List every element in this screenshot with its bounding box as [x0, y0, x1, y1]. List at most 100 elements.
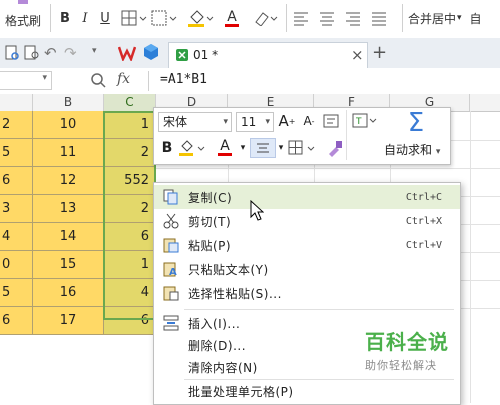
menu-item-copy[interactable]: 复制(C) Ctrl+C	[154, 185, 460, 209]
font-name-combo[interactable]: 宋体 ▾	[158, 112, 232, 132]
cell-b[interactable]: 15	[33, 251, 104, 279]
divider	[286, 4, 287, 32]
chevron-down-icon[interactable]: ▾	[238, 139, 248, 157]
autosum-button[interactable]: 自动求和 ▾	[384, 141, 440, 158]
paste-icon	[162, 236, 180, 254]
cell-b[interactable]: 14	[33, 223, 104, 251]
insert-function-button[interactable]: fx	[117, 71, 130, 87]
tab-document[interactable]: 01 * ×	[168, 42, 368, 68]
merge-center-button[interactable]: 合并居中 ▾ 自	[408, 8, 498, 28]
watermark-subtitle: 助你轻松解决	[365, 359, 437, 372]
name-box[interactable]: ▾	[0, 71, 52, 90]
cell-c[interactable]: 1	[104, 111, 156, 139]
cell-a[interactable]: 5	[0, 139, 33, 167]
divider	[50, 4, 51, 32]
watermark-title: 百科全说	[365, 330, 449, 354]
cell-c[interactable]: 6	[104, 307, 156, 335]
clear-format-button[interactable]	[252, 8, 280, 28]
print-preview-icon[interactable]	[4, 45, 20, 61]
cell-c[interactable]: 2	[104, 139, 156, 167]
bold-button[interactable]: B	[158, 139, 176, 157]
cell-a[interactable]: 6	[0, 167, 33, 195]
borders-button[interactable]	[288, 139, 318, 157]
cell-a[interactable]: 0	[0, 251, 33, 279]
wps-logo-icon[interactable]	[117, 45, 137, 63]
align-icons	[294, 12, 386, 26]
cell-c[interactable]: 2	[104, 195, 156, 223]
cell-c[interactable]: 6	[104, 223, 156, 251]
borders-button[interactable]	[120, 8, 148, 28]
cell-a[interactable]: 4	[0, 223, 33, 251]
chevron-down-icon[interactable]: ▾	[265, 113, 270, 131]
chevron-down-icon[interactable]: ▾	[223, 113, 228, 131]
cell-b[interactable]: 12	[33, 167, 104, 195]
chevron-down-icon[interactable]: ▾	[42, 73, 47, 83]
italic-button[interactable]: I	[76, 8, 94, 28]
sigma-glyph: Σ	[407, 108, 425, 138]
bold-button[interactable]: B	[56, 8, 74, 28]
cell-a[interactable]: 3	[0, 195, 33, 223]
cell-b[interactable]: 10	[33, 111, 104, 139]
column-header-c[interactable]: C	[104, 94, 156, 111]
decrease-font-icon[interactable]: A-	[300, 112, 318, 130]
menu-item-label: 复制(C)	[188, 190, 233, 205]
format-painter-button[interactable]: 格式刷	[2, 10, 44, 30]
redo-icon[interactable]: ↷	[64, 44, 80, 62]
find-icon[interactable]	[24, 45, 40, 61]
cell-b[interactable]: 17	[33, 307, 104, 335]
font-name-value: 宋体	[163, 115, 188, 129]
fill-color-button[interactable]	[186, 8, 216, 28]
new-tab-icon[interactable]: +	[372, 42, 387, 63]
document-tab-bar: ↶ ↷ ▾ 01 * × +	[0, 38, 500, 69]
mini-format-toolbar: 宋体 ▾ 11 ▾ A + A- T Σ 自动求和 ▾ B A ▾ ▾	[153, 107, 451, 165]
cell-style-button[interactable]	[150, 8, 180, 28]
format-painter-icon[interactable]	[2, 0, 44, 6]
ribbon-toolbar: 格式刷 B I U A 合并居中 ▾ 自	[0, 0, 500, 39]
menu-item-batch-process[interactable]: 批量处理单元格(P)	[154, 379, 460, 403]
cell-fill-icon[interactable]: T	[352, 112, 378, 130]
menu-item-shortcut: Ctrl+X	[405, 215, 442, 227]
copy-icon	[162, 188, 180, 206]
menu-item-shortcut: Ctrl+V	[405, 239, 442, 251]
cell-c[interactable]: 1	[104, 251, 156, 279]
cell-a[interactable]: 5	[0, 279, 33, 307]
cell-b[interactable]: 16	[33, 279, 104, 307]
font-color-swatch	[218, 153, 232, 156]
chevron-down-icon[interactable]: ▾	[436, 147, 441, 157]
scissors-icon	[162, 212, 180, 230]
cell-b[interactable]: 13	[33, 195, 104, 223]
cell-a[interactable]: 6	[0, 307, 33, 335]
sigma-icon[interactable]: Σ	[399, 108, 433, 138]
formula-input[interactable]: =A1*B1	[160, 72, 207, 87]
cell-b[interactable]: 11	[33, 139, 104, 167]
menu-item-paste[interactable]: 粘贴(P) Ctrl+V	[154, 233, 460, 257]
menu-item-label: 只粘贴文本(Y)	[188, 262, 269, 277]
svg-text:A: A	[169, 267, 177, 277]
menu-item-cut[interactable]: 剪切(T) Ctrl+X	[154, 209, 460, 233]
undo-icon[interactable]: ↶	[44, 44, 60, 62]
font-size-combo[interactable]: 11 ▾	[236, 112, 274, 132]
close-tab-icon[interactable]: ×	[351, 46, 364, 64]
cell-c[interactable]: 552	[104, 167, 156, 195]
zoom-search-icon[interactable]	[90, 72, 106, 88]
column-header-a[interactable]	[0, 94, 33, 111]
cell-a[interactable]: 2	[0, 111, 33, 139]
wrap-text-icon[interactable]	[322, 112, 340, 130]
fill-color-button[interactable]	[178, 139, 208, 157]
cell-c[interactable]: 4	[104, 279, 156, 307]
quick-access-menu-icon[interactable]: ▾	[92, 46, 97, 56]
increase-font-icon[interactable]: A +	[278, 112, 296, 130]
font-color-button[interactable]: A	[210, 139, 240, 157]
menu-item-label: 剪切(T)	[188, 214, 232, 229]
cube-app-icon[interactable]	[142, 43, 160, 61]
divider	[346, 110, 347, 160]
underline-button[interactable]: U	[96, 8, 114, 28]
spreadsheet-file-icon	[175, 48, 189, 62]
column-header-b[interactable]: B	[33, 94, 104, 111]
font-color-button[interactable]: A	[218, 8, 246, 28]
chevron-down-icon[interactable]: ▾	[276, 139, 286, 157]
align-center-button[interactable]	[250, 138, 276, 158]
menu-item-paste-special[interactable]: 选择性粘贴(S)...	[154, 281, 460, 305]
format-painter-icon[interactable]	[326, 139, 344, 157]
menu-item-paste-text-only[interactable]: A 只粘贴文本(Y)	[154, 257, 460, 281]
